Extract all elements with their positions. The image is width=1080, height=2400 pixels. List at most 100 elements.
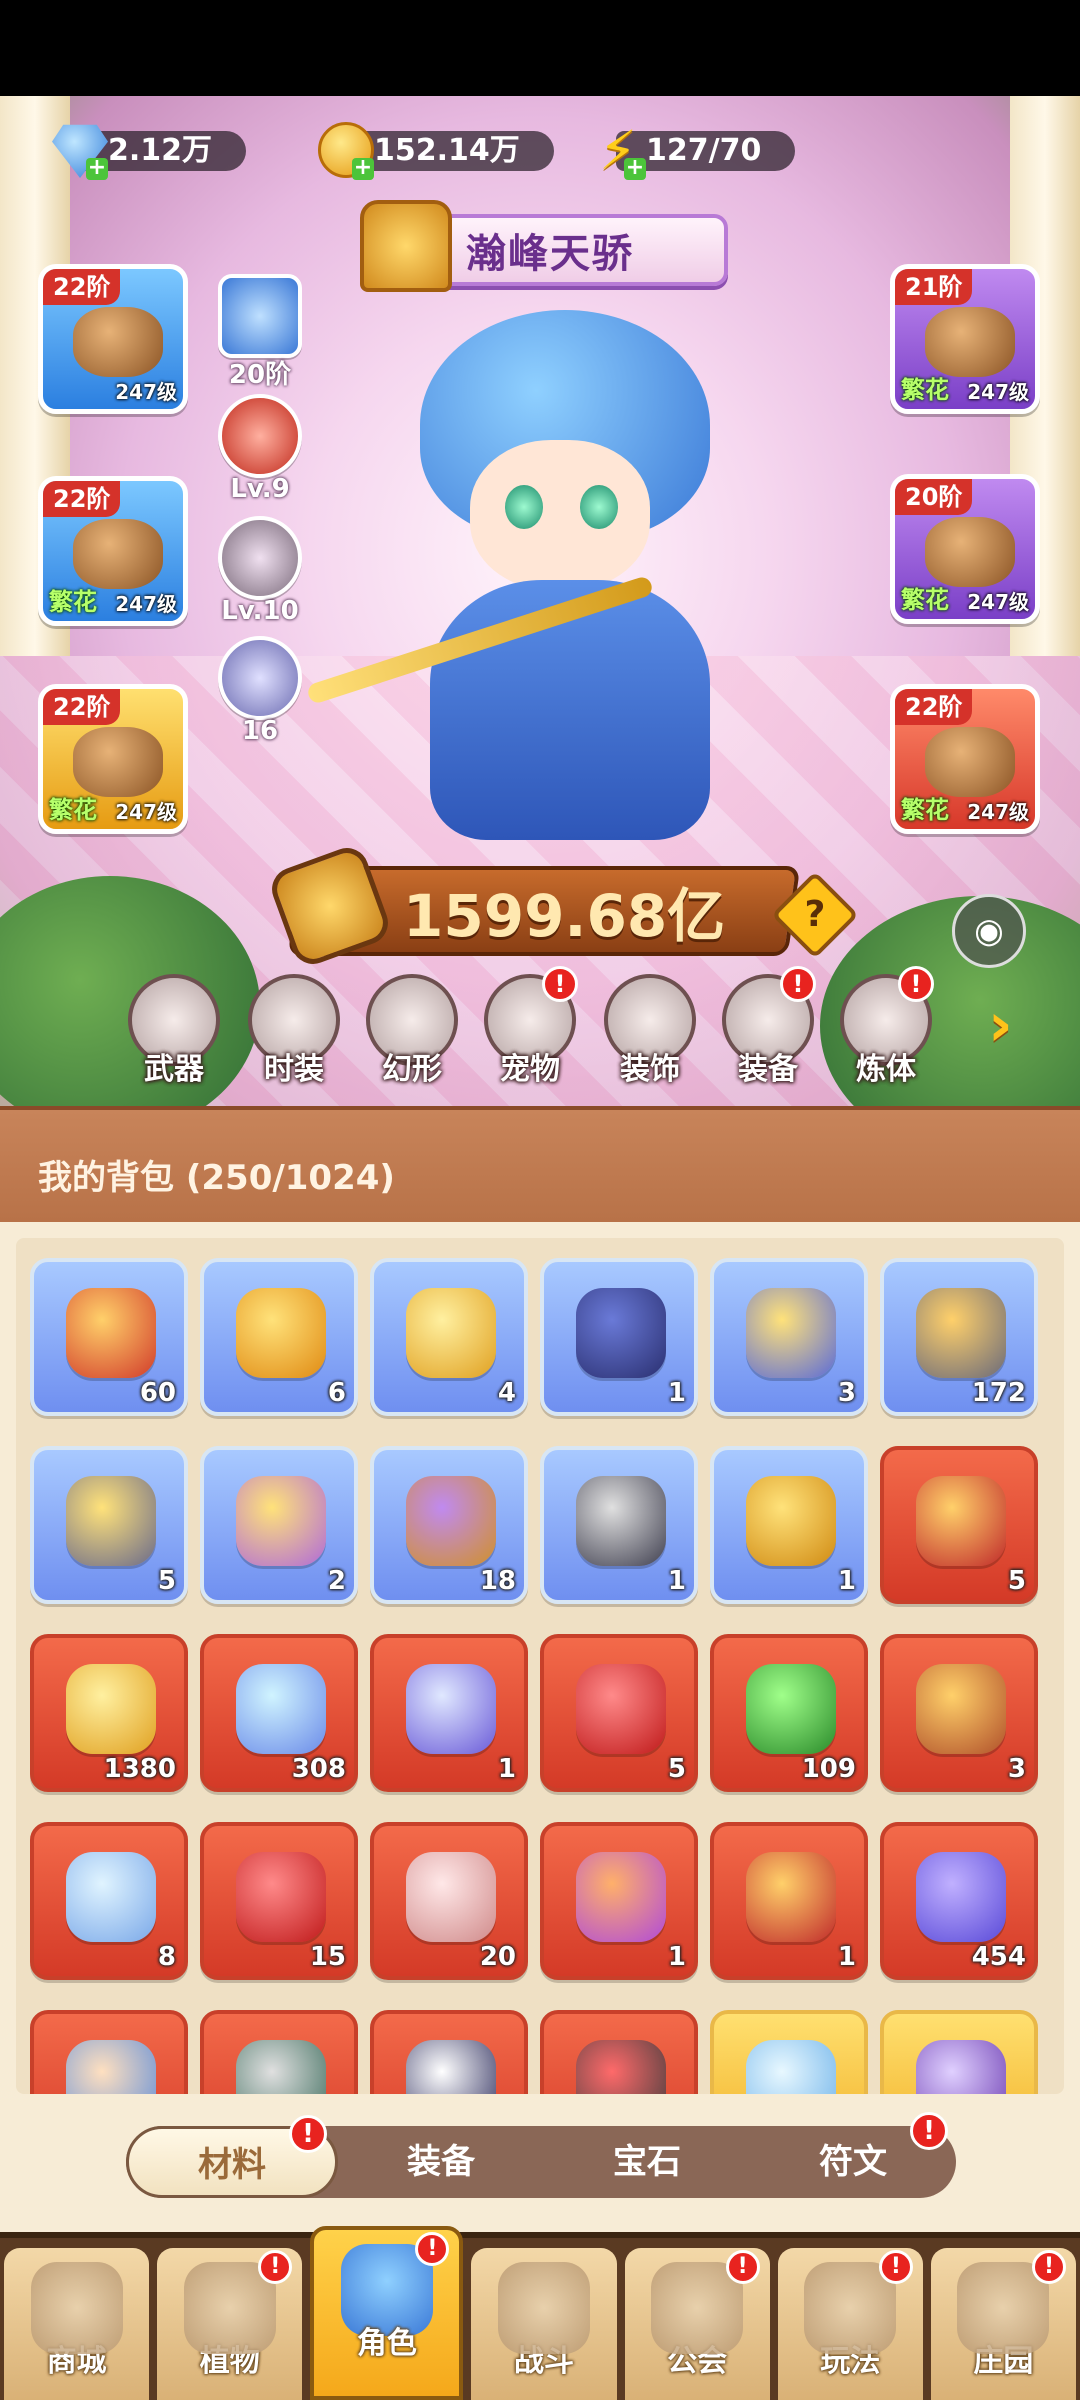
bag-item[interactable]: 4 [370,1258,528,1416]
bag-panel: 60 6 4 1 3 172 5 2 18 1 1 5 1380 308 1 5 109 3 8 15 20 1 1 454 … [0,1222,1080,2232]
func-weapon[interactable]: 武器 [124,974,224,1094]
bag-item[interactable]: 8 [30,1822,188,1980]
func-label: 幻形 [382,1052,442,1087]
bag-item[interactable]: 172 [880,1258,1038,1416]
character-avatar[interactable] [305,300,780,860]
bag-item[interactable]: 1380 [30,1634,188,1792]
func-pet[interactable]: ! 宠物 [480,966,580,1094]
bag-item[interactable]: 1 [710,1446,868,1604]
add-coin-icon[interactable]: + [352,157,374,180]
slot-tier: 21阶 [895,269,973,305]
bag-item[interactable]: 454 [880,1822,1038,1980]
bag-item[interactable]: 5 [540,1634,698,1792]
bag-item[interactable]: 1 [540,1822,698,1980]
alert-badge-icon: ! [725,2250,760,2284]
func-body-refine[interactable]: ! 炼体 [836,966,936,1094]
equip-slot-belt[interactable]: 20阶 繁花 247级 [890,474,1040,624]
bag-item[interactable] [880,2010,1038,2094]
bag-header: 我的背包 (250/1024) [0,1106,1080,1222]
func-label: 装备 [738,1052,798,1087]
character-eye-left [505,485,543,529]
bag-item[interactable] [710,2010,868,2094]
equip-slot-pants[interactable]: 22阶 繁花 247级 [38,684,188,834]
bag-item[interactable] [30,2010,188,2094]
bag-item[interactable]: 308 [200,1634,358,1792]
nav-battle[interactable]: 战斗 [471,2248,617,2400]
func-decoration[interactable]: 装饰 [600,974,700,1094]
func-fashion[interactable]: 时装 [244,974,344,1094]
nav-guild[interactable]: ! 公会 [624,2248,770,2400]
func-transform[interactable]: 幻形 [362,974,462,1094]
item-count: 15 [309,1942,346,1972]
equip-slot-gloves[interactable]: 22阶 繁花 247级 [38,476,188,626]
bag-item[interactable]: 18 [370,1446,528,1604]
tab-equipment[interactable]: 装备 [338,2126,544,2198]
func-label: 武器 [144,1052,204,1087]
equip-slot-hat[interactable]: 22阶 247级 [38,264,188,414]
tab-runes[interactable]: 符文 ! [750,2112,956,2198]
slot-tier: 22阶 [895,689,973,725]
equip-slot-armor[interactable]: 21阶 繁花 247级 [890,264,1040,414]
mini-stat-emblem[interactable]: Lv.10 [210,516,310,626]
hide-ui-button[interactable]: ◉ [952,894,1026,968]
tab-label: 符文 [819,2142,887,2182]
item-count: 1 [667,1378,686,1408]
bag-item[interactable]: 3 [880,1634,1038,1792]
item-icon [406,1664,496,1754]
func-equipment[interactable]: ! 装备 [718,966,818,1094]
item-count: 5 [157,1566,176,1596]
add-energy-icon[interactable]: + [624,157,646,180]
bag-item[interactable]: 3 [710,1258,868,1416]
bag-item[interactable] [540,2010,698,2094]
item-icon [236,1476,326,1566]
bag-item[interactable]: 60 [30,1258,188,1416]
add-gem-icon[interactable]: + [86,157,108,180]
item-count: 4 [497,1378,516,1408]
item-count: 2 [327,1566,346,1596]
tab-materials[interactable]: 材料 ! [126,2115,338,2198]
bag-item[interactable]: 20 [370,1822,528,1980]
more-functions-arrow-icon[interactable]: › [988,990,1038,1060]
gem-currency[interactable]: + 2.12万 [52,124,247,180]
bag-item[interactable] [200,2010,358,2094]
mini-stat-value: 20阶 [228,360,292,390]
item-count: 18 [479,1566,516,1596]
nav-character[interactable]: ! 角色 [310,2226,464,2400]
bag-item[interactable]: 2 [200,1446,358,1604]
item-icon [576,1476,666,1566]
mini-stat-gem[interactable]: Lv.9 [210,394,310,504]
bag-scroll-area[interactable]: 60 6 4 1 3 172 5 2 18 1 1 5 1380 308 1 5 109 3 8 15 20 1 1 454 [16,1238,1064,2094]
bag-item[interactable] [370,2010,528,2094]
slot-tier: 22阶 [43,269,121,305]
coin-currency[interactable]: + 152.14万 [318,122,554,180]
bag-item[interactable]: 1 [710,1822,868,1980]
bag-item[interactable]: 6 [200,1258,358,1416]
gloves-icon [73,519,163,589]
bottom-navigation: 商城 ! 植物 ! 角色 战斗 ! 公会 ! 玩法 ! 庄园 [0,2226,1080,2400]
mini-stat-value: Lv.10 [221,596,299,626]
energy-currency[interactable]: ⚡ + 127/70 [590,119,796,182]
item-icon [746,1852,836,1942]
bag-item[interactable]: 5 [880,1446,1038,1604]
nav-plants[interactable]: ! 植物 [157,2248,303,2400]
belt-icon [925,517,1015,587]
character-face [470,440,650,590]
equip-slot-boots[interactable]: 22阶 繁花 247级 [890,684,1040,834]
bag-item[interactable]: 1 [540,1446,698,1604]
bag-item[interactable]: 1 [540,1258,698,1416]
mini-stat-book[interactable]: 20阶 [210,274,310,391]
bag-item[interactable]: 15 [200,1822,358,1980]
alert-badge-icon: ! [542,966,578,1002]
bag-item[interactable]: 109 [710,1634,868,1792]
tab-label: 宝石 [613,2142,681,2182]
alert-badge-icon: ! [910,2112,948,2150]
nav-gameplay[interactable]: ! 玩法 [777,2248,923,2400]
bag-item[interactable]: 5 [30,1446,188,1604]
bag-item[interactable]: 1 [370,1634,528,1792]
nav-manor[interactable]: ! 庄园 [930,2248,1076,2400]
alert-badge-icon: ! [898,966,934,1002]
tab-gems[interactable]: 宝石 [544,2126,750,2198]
bag-grid: 60 6 4 1 3 172 5 2 18 1 1 5 1380 308 1 5 109 3 8 15 20 1 1 454 [30,1258,1038,2094]
nav-shop[interactable]: 商城 [4,2248,150,2400]
mini-stat-star[interactable]: 16 [210,636,310,746]
